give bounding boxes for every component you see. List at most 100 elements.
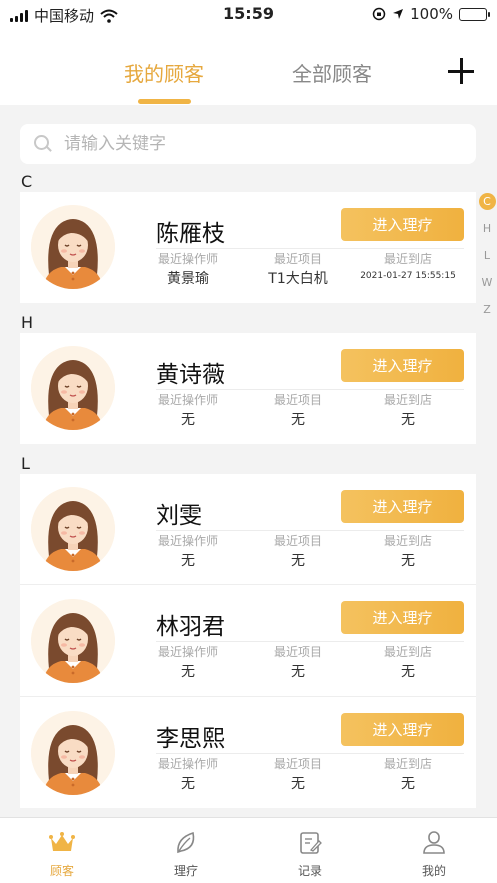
customer-avatar	[31, 346, 115, 430]
recent-item: 最近项目 无	[243, 532, 353, 570]
customer-name: 陈雁枝	[156, 221, 225, 247]
recent-operator-label: 最近操作师	[157, 757, 218, 771]
customer-name: 李思熙	[156, 726, 225, 752]
tab-all-customers[interactable]: 全部顾客	[292, 58, 372, 87]
card-divider	[156, 389, 464, 390]
enter-therapy-button[interactable]: 进入理疗	[341, 208, 464, 241]
recent-visit: 最近到店 无	[353, 755, 463, 793]
recent-visit-value: 无	[401, 776, 415, 792]
battery-icon	[459, 7, 490, 21]
tabbar-label-mine: 我的	[421, 864, 446, 878]
header: 我的顾客 全部顾客	[0, 30, 497, 105]
location-icon	[393, 9, 404, 19]
woman-avatar-illustration	[31, 711, 115, 795]
recent-visit-label: 最近到店	[383, 534, 432, 548]
index-letter-w[interactable]: W	[479, 274, 496, 291]
recent-visit-label: 最近到店	[383, 757, 432, 771]
recent-item-value: 无	[291, 553, 305, 569]
card-divider	[156, 248, 464, 249]
recent-operator-label: 最近操作师	[157, 393, 218, 407]
tabbar-item-records[interactable]: 记录	[270, 830, 350, 879]
tabbar-label-therapy: 理疗	[173, 864, 198, 878]
crown-icon	[49, 832, 75, 851]
customer-card[interactable]: 李思熙 进入理疗 最近操作师 无 最近项目 无 最近到店 无	[20, 697, 476, 808]
recent-visit: 最近到店 无	[353, 391, 463, 429]
customer-name: 黄诗薇	[156, 362, 225, 388]
section-header-h: H	[21, 313, 34, 332]
recent-visit-value: 无	[401, 553, 415, 569]
customer-name: 刘雯	[156, 503, 202, 529]
recent-item-value: T1大白机	[268, 271, 328, 287]
recent-operator: 最近操作师 无	[133, 643, 243, 681]
leaf-icon	[177, 831, 195, 854]
customer-card[interactable]: 陈雁枝 进入理疗 最近操作师 黄景瑜 最近项目 T1大白机 最近到店 2021-…	[20, 192, 476, 303]
index-letter-z[interactable]: Z	[479, 301, 496, 318]
recent-item-label: 最近项目	[273, 393, 322, 407]
recent-item-value: 无	[291, 412, 305, 428]
recent-operator: 最近操作师 无	[133, 532, 243, 570]
tabbar-label-customers: 顾客	[49, 864, 74, 878]
add-customer-button[interactable]	[448, 58, 476, 86]
search-bar[interactable]	[20, 124, 476, 164]
bottom-tab-bar: 顾客 理疗 记录 我的	[0, 817, 497, 883]
recent-item-label: 最近项目	[273, 534, 322, 548]
active-tab-indicator	[138, 99, 191, 104]
customer-card[interactable]: 黄诗薇 进入理疗 最近操作师 无 最近项目 无 最近到店 无	[20, 333, 476, 444]
recent-visit: 最近到店 无	[353, 643, 463, 681]
recent-visit-value: 无	[401, 664, 415, 680]
customer-card[interactable]: 林羽君 进入理疗 最近操作师 无 最近项目 无 最近到店 无	[20, 585, 476, 696]
recent-item-label: 最近项目	[273, 757, 322, 771]
woman-avatar-illustration	[31, 346, 115, 430]
section-header-c: C	[21, 172, 33, 191]
recent-operator-label: 最近操作师	[157, 252, 218, 266]
customer-avatar	[31, 599, 115, 683]
recent-item-value: 无	[291, 776, 305, 792]
search-input[interactable]	[64, 134, 444, 154]
orientation-lock-icon	[372, 7, 386, 21]
index-letter-c[interactable]: C	[478, 193, 496, 210]
recent-visit-label: 最近到店	[383, 393, 432, 407]
recent-operator-label: 最近操作师	[157, 534, 218, 548]
recent-visit: 最近到店 无	[353, 532, 463, 570]
tabbar-item-customers[interactable]: 顾客	[22, 830, 102, 879]
customer-avatar	[31, 487, 115, 571]
customer-name: 林羽君	[156, 614, 225, 640]
battery-percent: 100%	[410, 5, 453, 23]
recent-visit: 最近到店 2021-01-27 15:55:15	[353, 250, 463, 281]
index-letter-l[interactable]: L	[479, 247, 496, 264]
recent-operator-value: 黄景瑜	[167, 271, 209, 287]
recent-item: 最近项目 T1大白机	[243, 250, 353, 288]
recent-item-label: 最近项目	[273, 252, 322, 266]
alphabet-index[interactable]: C H L W Z	[477, 193, 497, 328]
recent-item: 最近项目 无	[243, 391, 353, 429]
tabbar-label-records: 记录	[297, 864, 322, 878]
customer-card[interactable]: 刘雯 进入理疗 最近操作师 无 最近项目 无 最近到店 无	[20, 474, 476, 584]
woman-avatar-illustration	[31, 487, 115, 571]
recent-operator-value: 无	[181, 553, 195, 569]
card-divider	[156, 753, 464, 754]
recent-operator-value: 无	[181, 776, 195, 792]
status-bar: 中国移动 15:59 100%	[0, 0, 497, 30]
recent-operator-label: 最近操作师	[157, 645, 218, 659]
recent-operator-value: 无	[181, 412, 195, 428]
tabbar-item-therapy[interactable]: 理疗	[146, 830, 226, 879]
status-right: 100%	[372, 5, 490, 23]
customer-avatar	[31, 711, 115, 795]
enter-therapy-button[interactable]: 进入理疗	[341, 490, 464, 523]
recent-item-label: 最近项目	[273, 645, 322, 659]
tabbar-item-mine[interactable]: 我的	[394, 830, 474, 879]
index-letter-h[interactable]: H	[479, 220, 496, 237]
woman-avatar-illustration	[31, 599, 115, 683]
card-divider	[156, 641, 464, 642]
recent-operator-value: 无	[181, 664, 195, 680]
recent-item-value: 无	[291, 664, 305, 680]
notebook-icon	[300, 832, 322, 854]
enter-therapy-button[interactable]: 进入理疗	[341, 349, 464, 382]
tab-my-customers[interactable]: 我的顾客	[124, 58, 204, 87]
recent-item: 最近项目 无	[243, 755, 353, 793]
enter-therapy-button[interactable]: 进入理疗	[341, 713, 464, 746]
enter-therapy-button[interactable]: 进入理疗	[341, 601, 464, 634]
section-header-l: L	[21, 454, 30, 473]
recent-visit-label: 最近到店	[383, 645, 432, 659]
woman-avatar-illustration	[31, 205, 115, 289]
